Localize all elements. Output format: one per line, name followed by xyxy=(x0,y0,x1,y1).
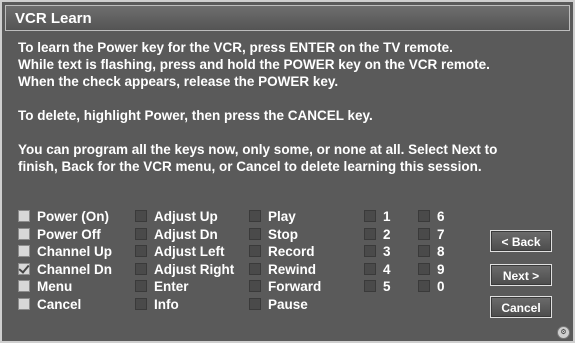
window-title: VCR Learn xyxy=(15,10,92,27)
back-button[interactable]: < Back xyxy=(490,230,552,252)
key-option[interactable]: Info xyxy=(135,297,179,313)
checkbox-icon xyxy=(418,227,430,240)
key-option-label: 7 xyxy=(437,226,445,242)
key-option[interactable]: Play xyxy=(249,209,296,225)
checkbox-icon xyxy=(18,210,30,223)
key-option[interactable]: 1 xyxy=(364,209,391,225)
key-option-label: 0 xyxy=(437,279,445,294)
instruction-line: While text is flashing, press and hold t… xyxy=(18,57,490,72)
key-option-label: 3 xyxy=(383,244,391,259)
key-option[interactable]: 8 xyxy=(418,244,445,260)
vcr-learn-window: VCR Learn To learn the Power key for the… xyxy=(0,0,575,343)
key-option-label: 2 xyxy=(383,226,391,242)
settings-badge-icon: ⚙ xyxy=(557,326,570,339)
next-button[interactable]: Next > xyxy=(490,264,552,286)
key-option-label: 8 xyxy=(437,244,445,259)
instruction-line: To delete, highlight Power, then press t… xyxy=(18,108,373,123)
key-option[interactable]: 5 xyxy=(364,279,391,295)
key-option-label: Pause xyxy=(268,296,308,312)
checkbox-icon xyxy=(249,210,261,223)
checkbox-icon xyxy=(418,280,430,293)
key-option[interactable]: Channel Dn xyxy=(18,262,112,278)
checkbox-icon xyxy=(135,245,147,258)
key-option[interactable]: 6 xyxy=(418,209,445,225)
checkbox-icon xyxy=(418,245,430,258)
cancel-button[interactable]: Cancel xyxy=(490,296,552,318)
key-option[interactable]: Adjust Left xyxy=(135,244,225,260)
key-option-label: Play xyxy=(268,209,296,224)
key-option[interactable]: 3 xyxy=(364,244,391,260)
checkbox-icon xyxy=(18,227,30,240)
checkbox-icon xyxy=(249,297,261,310)
key-option[interactable]: Power (On) xyxy=(18,209,109,225)
checkbox-icon xyxy=(135,297,147,310)
checkbox-icon xyxy=(249,280,261,293)
key-option-label: Forward xyxy=(268,279,322,294)
key-option-label: Cancel xyxy=(37,296,82,312)
key-option[interactable]: Menu xyxy=(18,279,72,295)
instruction-line: You can program all the keys now, only s… xyxy=(18,142,498,157)
key-option[interactable]: Record xyxy=(249,244,315,260)
key-option[interactable]: Adjust Dn xyxy=(135,227,218,243)
key-option[interactable]: Channel Up xyxy=(18,244,112,260)
instruction-line: When the check appears, release the POWE… xyxy=(18,74,339,89)
key-option-label: Stop xyxy=(268,226,298,242)
checkbox-icon xyxy=(135,227,147,240)
key-option[interactable]: Rewind xyxy=(249,262,316,278)
checkbox-icon xyxy=(364,245,376,258)
key-option-label: Channel Up xyxy=(37,244,113,259)
instruction-line: finish, Back for the VCR menu, or Cancel… xyxy=(18,159,482,174)
key-option[interactable]: Adjust Right xyxy=(135,262,234,278)
key-option-label: 1 xyxy=(383,209,391,224)
checkbox-icon xyxy=(18,245,30,258)
key-option-label: Adjust Dn xyxy=(154,226,218,242)
checkbox-icon xyxy=(364,227,376,240)
key-option-label: 6 xyxy=(437,209,445,224)
checkmark-icon xyxy=(18,262,30,275)
key-option-label: Info xyxy=(154,296,179,312)
checkbox-icon xyxy=(364,280,376,293)
key-option[interactable]: Cancel xyxy=(18,297,81,313)
checkbox-icon xyxy=(418,210,430,223)
key-option[interactable]: 9 xyxy=(418,262,445,278)
key-option[interactable]: 2 xyxy=(364,227,391,243)
key-option[interactable]: Power Off xyxy=(18,227,101,243)
key-option[interactable]: 4 xyxy=(364,262,391,278)
key-option[interactable]: 7 xyxy=(418,227,445,243)
key-option-label: Adjust Left xyxy=(154,244,225,259)
checkbox-icon xyxy=(249,245,261,258)
title-bar: VCR Learn xyxy=(5,5,570,31)
checkbox-icon xyxy=(364,262,376,275)
key-option[interactable]: Pause xyxy=(249,297,308,313)
key-option-label: Record xyxy=(268,244,315,259)
key-option-label: Menu xyxy=(37,279,73,294)
instruction-line: To learn the Power key for the VCR, pres… xyxy=(18,40,453,55)
key-option[interactable]: Adjust Up xyxy=(135,209,218,225)
checkbox-icon xyxy=(18,297,30,310)
key-option[interactable]: Stop xyxy=(249,227,298,243)
key-option-label: Enter xyxy=(154,279,189,294)
key-option-label: Adjust Up xyxy=(154,209,218,224)
checkbox-icon xyxy=(249,262,261,275)
key-option-label: 5 xyxy=(383,279,391,294)
key-option[interactable]: 0 xyxy=(418,279,445,295)
key-option-label: Channel Dn xyxy=(37,261,113,277)
checkbox-icon xyxy=(364,210,376,223)
key-option-label: 9 xyxy=(437,261,445,277)
key-option-label: Rewind xyxy=(268,261,317,277)
key-option-label: Power Off xyxy=(37,226,101,242)
key-option[interactable]: Forward xyxy=(249,279,321,295)
checkbox-icon xyxy=(418,262,430,275)
key-option[interactable]: Enter xyxy=(135,279,189,295)
checkbox-icon xyxy=(18,280,30,293)
key-option-label: Adjust Right xyxy=(154,261,235,277)
key-option-label: Power (On) xyxy=(37,209,110,224)
key-option-label: 4 xyxy=(383,261,391,277)
checkbox-icon xyxy=(135,262,147,275)
checkbox-icon xyxy=(135,210,147,223)
checkbox-icon xyxy=(249,227,261,240)
checkbox-icon xyxy=(135,280,147,293)
